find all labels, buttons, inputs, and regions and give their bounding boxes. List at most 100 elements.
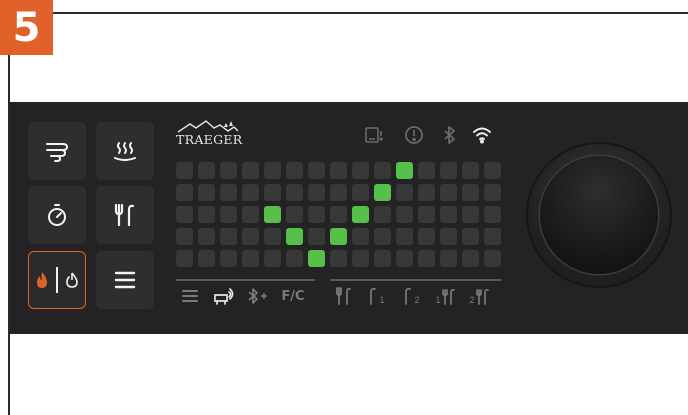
unit-toggle[interactable]: F/C — [280, 286, 306, 306]
led-cell — [352, 184, 369, 201]
timer-icon — [45, 202, 69, 228]
led-cell — [440, 250, 457, 267]
led-cell — [220, 206, 237, 223]
led-cell — [462, 184, 479, 201]
pellet-sensor-icon — [364, 125, 384, 145]
led-cell-lit — [396, 162, 413, 179]
smoke-button[interactable] — [28, 122, 86, 180]
menu-icon — [113, 270, 137, 290]
control-dial-center — [540, 156, 658, 274]
led-cell — [220, 250, 237, 267]
led-cell — [330, 206, 347, 223]
smoke-icon — [44, 139, 70, 163]
led-cell-lit — [374, 184, 391, 201]
led-cell — [264, 184, 281, 201]
keep-warm-icon — [112, 139, 138, 163]
led-cell — [264, 162, 281, 179]
led-cell — [176, 228, 193, 245]
led-cell — [352, 228, 369, 245]
led-cell — [462, 162, 479, 179]
probe-1-icon[interactable]: 1 — [366, 286, 386, 306]
led-cell — [176, 206, 193, 223]
bluetooth-icon — [440, 125, 460, 145]
led-cell — [374, 228, 391, 245]
probe-2-label: 2 — [414, 295, 420, 305]
led-cell — [330, 250, 347, 267]
menu-button[interactable] — [96, 251, 154, 309]
combo-2-icon[interactable]: 2 — [468, 286, 490, 306]
led-cell — [220, 228, 237, 245]
led-cell — [242, 228, 259, 245]
led-cell — [418, 206, 435, 223]
traeger-logo: TRAEGER — [176, 119, 246, 147]
probe-button[interactable] — [96, 186, 154, 244]
led-cell — [198, 250, 215, 267]
led-cell — [374, 206, 391, 223]
mountain-logo-icon — [177, 120, 239, 133]
led-cell — [308, 184, 325, 201]
led-cell — [396, 206, 413, 223]
power-flame-icon — [65, 271, 79, 289]
step-badge: 5 — [0, 0, 53, 55]
led-cell — [374, 250, 391, 267]
led-cell — [418, 162, 435, 179]
led-cell — [418, 184, 435, 201]
led-cell — [308, 206, 325, 223]
bottom-rule-left — [176, 279, 315, 281]
led-cell — [396, 250, 413, 267]
keep-warm-button[interactable] — [96, 122, 154, 180]
led-cell — [198, 162, 215, 179]
led-cell — [176, 184, 193, 201]
led-cell — [462, 228, 479, 245]
probe-icon — [113, 202, 137, 228]
probe-2-icon[interactable]: 2 — [401, 286, 421, 306]
led-cell — [440, 184, 457, 201]
led-cell — [308, 162, 325, 179]
led-cell — [484, 228, 501, 245]
led-cell — [462, 206, 479, 223]
led-cell — [198, 228, 215, 245]
led-cell — [198, 184, 215, 201]
wifi-icon — [472, 125, 492, 145]
led-cell-lit — [352, 206, 369, 223]
probe-both-icon[interactable] — [335, 286, 353, 306]
led-cell — [330, 162, 347, 179]
led-cell-lit — [286, 228, 303, 245]
led-cell-lit — [308, 250, 325, 267]
led-cell — [462, 250, 479, 267]
led-cell — [220, 184, 237, 201]
led-cell — [286, 206, 303, 223]
bluetooth-pair-icon[interactable] — [247, 286, 269, 306]
alert-icon — [404, 125, 424, 145]
led-cell — [484, 184, 501, 201]
led-cell — [286, 162, 303, 179]
timer-button[interactable] — [28, 186, 86, 244]
led-cell — [440, 162, 457, 179]
led-cell — [440, 206, 457, 223]
led-cell — [484, 206, 501, 223]
led-cell — [286, 184, 303, 201]
led-cell — [198, 206, 215, 223]
control-dial[interactable] — [526, 142, 672, 288]
led-cell — [352, 162, 369, 179]
ignite-power-button[interactable] — [28, 251, 86, 309]
led-cell — [264, 228, 281, 245]
led-cell — [176, 250, 193, 267]
combo-1-icon[interactable]: 1 — [434, 286, 456, 306]
led-cell — [484, 162, 501, 179]
led-cell — [440, 228, 457, 245]
bottom-rule-right — [330, 279, 501, 281]
led-cell — [418, 228, 435, 245]
led-cell — [396, 228, 413, 245]
ignite-divider — [56, 267, 58, 293]
brand-name: TRAEGER — [176, 132, 243, 147]
led-cell — [374, 162, 391, 179]
grill-connect-icon[interactable] — [213, 286, 235, 306]
bottom-menu-icon[interactable] — [180, 286, 200, 306]
flame-icon — [35, 271, 49, 289]
led-cell — [242, 184, 259, 201]
led-cell — [352, 250, 369, 267]
led-cell — [242, 162, 259, 179]
led-cell — [330, 184, 347, 201]
led-cell — [308, 228, 325, 245]
